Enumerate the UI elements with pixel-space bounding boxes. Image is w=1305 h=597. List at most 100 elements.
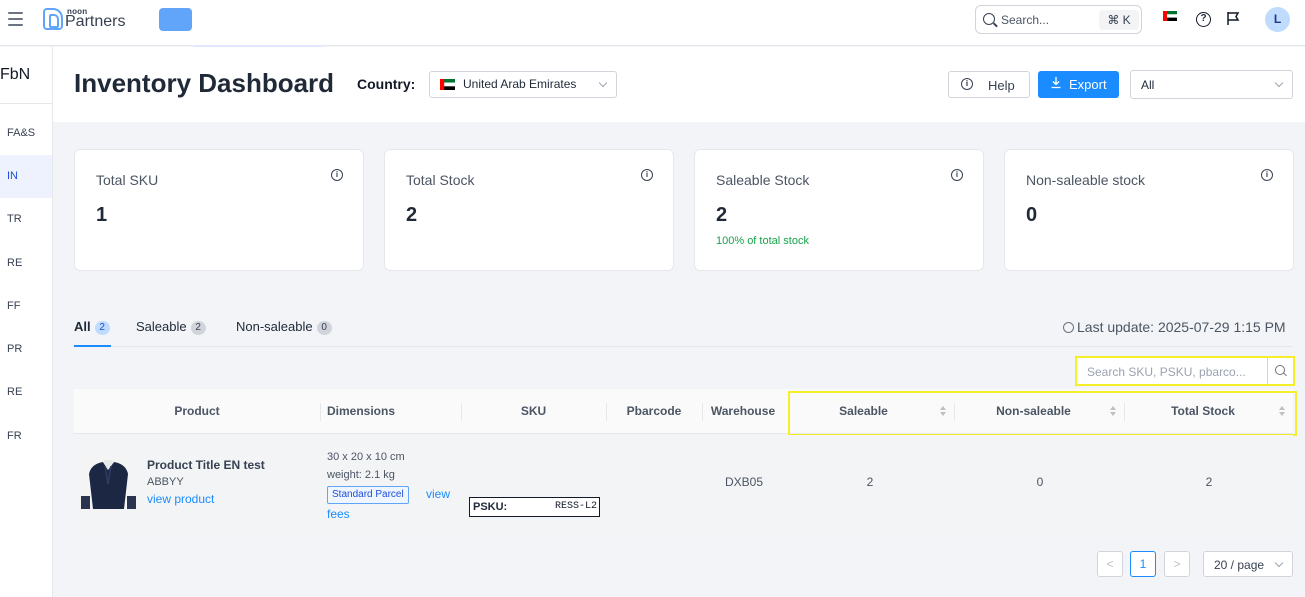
noon-partners-logo-icon	[43, 8, 63, 30]
table-row: Product Title EN test ABBYY view product…	[74, 435, 1293, 537]
psku-field: PSKU: RESS-L2	[469, 497, 600, 517]
stat-card-value: 0	[1026, 204, 1038, 226]
tab-non-saleable[interactable]: Non-saleable 0	[236, 319, 332, 335]
stat-card-title: Total Stock	[406, 172, 475, 188]
psku-label: PSKU:	[473, 501, 508, 513]
sidebar-item-re-2[interactable]: RE	[0, 371, 52, 414]
sidebar-item-ff[interactable]: FF	[0, 285, 52, 328]
clock-icon	[1063, 322, 1074, 333]
stat-card-value: 2	[716, 204, 728, 226]
page-number-button[interactable]: 1	[1130, 551, 1156, 577]
product-title: Product Title EN test	[147, 458, 265, 472]
next-page-button[interactable]: >	[1164, 551, 1190, 577]
top-bar: noon Partners Search... ⌘ K ? L	[0, 0, 1305, 47]
info-icon[interactable]: i	[641, 169, 653, 181]
filter-select[interactable]: All	[1130, 70, 1293, 99]
stat-card-value: 1	[96, 204, 108, 226]
chevron-down-icon	[1274, 558, 1284, 568]
help-label: Help	[988, 78, 1015, 93]
sidebar-item-pr[interactable]: PR	[0, 328, 52, 371]
info-icon[interactable]: i	[331, 169, 343, 181]
filter-value: All	[1141, 78, 1155, 92]
column-header-dimensions: Dimensions	[327, 404, 396, 418]
stat-card-title: Total SKU	[96, 172, 159, 188]
tabs-divider	[74, 346, 1293, 347]
sidebar-item-tr[interactable]: TR	[0, 198, 52, 241]
stat-card-title: Non-saleable stock	[1026, 172, 1146, 188]
search-placeholder: Search...	[1001, 13, 1050, 27]
uae-flag-icon[interactable]	[1163, 11, 1177, 21]
table-search-button[interactable]	[1267, 358, 1293, 384]
table-search-placeholder: Search SKU, PSKU, pbarco...	[1087, 365, 1246, 379]
feedback-icon[interactable]	[1226, 11, 1241, 26]
info-icon: i	[961, 78, 973, 90]
tab-label: Saleable	[136, 319, 187, 334]
product-thumbnail	[81, 454, 136, 509]
prev-page-button[interactable]: <	[1097, 551, 1123, 577]
stat-card-value: 2	[406, 204, 418, 226]
stat-card-total-stock: Total Stock i 2	[384, 149, 674, 271]
product-weight: weight: 2.1 kg	[327, 469, 395, 481]
country-label: Country:	[357, 76, 416, 92]
saleable-cell: 2	[866, 475, 874, 489]
product-dimensions: 30 x 20 x 10 cm	[327, 451, 405, 463]
chevron-down-icon	[598, 78, 608, 88]
info-icon[interactable]: i	[1261, 169, 1273, 181]
view-product-link[interactable]: view product	[147, 492, 214, 506]
view-fees-link[interactable]: view	[426, 487, 450, 501]
page-title: Inventory Dashboard	[74, 68, 335, 98]
stat-card-saleable-stock: Saleable Stock i 2 100% of total stock	[694, 149, 984, 271]
stat-card-subtext: 100% of total stock	[716, 235, 809, 247]
page-header: Inventory Dashboard Country: United Arab…	[53, 47, 1305, 122]
country-value: United Arab Emirates	[463, 77, 577, 91]
sidebar-title: FbN	[0, 66, 31, 83]
product-image[interactable]	[81, 454, 136, 509]
column-header-pbarcode: Pbarcode	[626, 404, 682, 418]
avatar[interactable]: L	[1265, 7, 1290, 32]
chevron-down-icon	[1274, 78, 1284, 88]
export-label: Export	[1069, 77, 1107, 92]
help-button[interactable]: i Help	[948, 71, 1030, 98]
column-header-warehouse: Warehouse	[710, 404, 776, 418]
tab-count-badge: 2	[190, 321, 206, 335]
column-header-sku: SKU	[520, 404, 547, 418]
help-icon[interactable]: ?	[1196, 12, 1211, 27]
non-saleable-cell: 0	[1036, 475, 1044, 489]
menu-icon[interactable]	[8, 12, 23, 26]
psku-value: RESS-L2	[554, 501, 597, 512]
sidebar-item-fr[interactable]: FR	[0, 415, 52, 458]
total-stock-cell: 2	[1205, 475, 1213, 489]
sidebar: FbN FA&S IN TR RE FF PR RE FR	[0, 47, 53, 597]
active-tab-indicator	[74, 345, 111, 347]
page-size-select[interactable]: 20 / page	[1203, 551, 1293, 577]
global-search-input[interactable]: Search... ⌘ K	[975, 5, 1142, 34]
parcel-type-badge: Standard Parcel	[327, 486, 409, 504]
stat-card-total-sku: Total SKU i 1	[74, 149, 364, 271]
tab-count-badge: 2	[94, 321, 110, 335]
tab-count-badge: 0	[316, 321, 332, 335]
tab-label: Non-saleable	[236, 319, 313, 334]
info-icon[interactable]: i	[951, 169, 963, 181]
store-switcher-button[interactable]	[159, 8, 192, 31]
sidebar-item-fas[interactable]: FA&S	[0, 112, 52, 155]
sidebar-item-inventory[interactable]: IN	[0, 155, 52, 198]
uae-flag-icon	[440, 79, 455, 90]
download-icon	[1051, 77, 1061, 89]
view-fees-link-continued[interactable]: fees	[327, 507, 350, 521]
tab-saleable[interactable]: Saleable 2	[136, 319, 206, 335]
last-update-text: Last update: 2025-07-29 1:15 PM	[1077, 319, 1286, 335]
stat-card-title: Saleable Stock	[716, 172, 810, 188]
sidebar-item-re[interactable]: RE	[0, 242, 52, 285]
tab-label: All	[74, 319, 91, 334]
export-button[interactable]: Export	[1038, 71, 1119, 98]
table-search-input[interactable]: Search SKU, PSKU, pbarco...	[1075, 356, 1295, 386]
sidebar-divider	[0, 103, 53, 104]
logo-text: Partners	[65, 13, 126, 30]
warehouse-cell: DXB05	[724, 475, 764, 489]
column-header-product: Product	[174, 404, 220, 418]
highlight-box	[788, 391, 1297, 436]
country-select[interactable]: United Arab Emirates	[429, 71, 617, 98]
search-icon	[983, 13, 995, 25]
tab-all[interactable]: All 2	[74, 319, 110, 335]
product-brand: ABBYY	[147, 476, 184, 488]
